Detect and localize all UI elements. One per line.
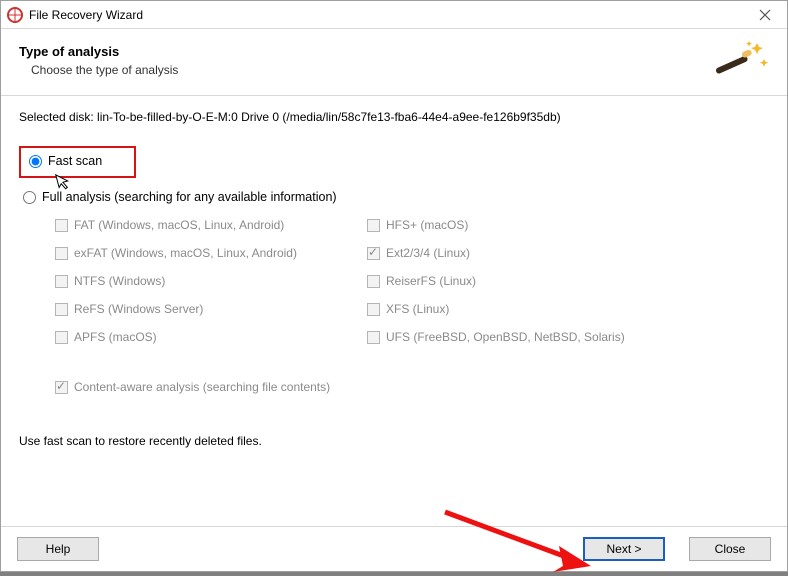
checkbox-refs: ReFS (Windows Server) bbox=[55, 302, 297, 316]
radio-full-analysis[interactable]: Full analysis (searching for any availab… bbox=[19, 188, 769, 206]
checkbox-fat: FAT (Windows, macOS, Linux, Android) bbox=[55, 218, 297, 232]
page-subtitle: Choose the type of analysis bbox=[31, 63, 709, 77]
checkbox-icon bbox=[55, 275, 68, 288]
radio-fast-scan-label: Fast scan bbox=[48, 154, 102, 168]
checkbox-hfs: HFS+ (macOS) bbox=[367, 218, 625, 232]
wizard-wand-icon bbox=[709, 39, 769, 81]
radio-fast-scan[interactable]: Fast scan bbox=[25, 152, 106, 170]
titlebar: File Recovery Wizard bbox=[1, 1, 787, 29]
filesystem-col-right: HFS+ (macOS) Ext2/3/4 (Linux) ReiserFS (… bbox=[367, 218, 625, 344]
radio-fast-scan-input[interactable] bbox=[29, 155, 42, 168]
checkbox-icon bbox=[55, 331, 68, 344]
checkbox-icon bbox=[367, 275, 380, 288]
checkbox-xfs: XFS (Linux) bbox=[367, 302, 625, 316]
radio-full-analysis-label: Full analysis (searching for any availab… bbox=[42, 190, 337, 204]
page-title: Type of analysis bbox=[19, 44, 709, 59]
highlight-fast-scan: Fast scan bbox=[19, 146, 136, 178]
checkbox-reiserfs: ReiserFS (Linux) bbox=[367, 274, 625, 288]
app-icon bbox=[7, 7, 23, 23]
checkbox-content-aware: Content-aware analysis (searching file c… bbox=[55, 380, 769, 394]
checkbox-exfat: exFAT (Windows, macOS, Linux, Android) bbox=[55, 246, 297, 260]
window: File Recovery Wizard Type of analysis Ch… bbox=[0, 0, 788, 572]
radio-full-analysis-input[interactable] bbox=[23, 191, 36, 204]
checkbox-icon bbox=[55, 247, 68, 260]
checkbox-icon bbox=[367, 219, 380, 232]
close-button[interactable] bbox=[742, 1, 787, 29]
close-footer-button[interactable]: Close bbox=[689, 537, 771, 561]
checkbox-icon bbox=[367, 331, 380, 344]
checkbox-ntfs: NTFS (Windows) bbox=[55, 274, 297, 288]
checkbox-ext: Ext2/3/4 (Linux) bbox=[367, 246, 625, 260]
checkbox-icon bbox=[55, 219, 68, 232]
checkbox-icon bbox=[367, 247, 380, 260]
wizard-body: Selected disk: lin-To-be-filled-by-O-E-M… bbox=[1, 96, 787, 526]
filesystem-col-left: FAT (Windows, macOS, Linux, Android) exF… bbox=[55, 218, 297, 344]
wizard-footer: Help Next > Close bbox=[1, 526, 787, 571]
checkbox-icon bbox=[55, 381, 68, 394]
tip-text: Use fast scan to restore recently delete… bbox=[19, 434, 769, 448]
filesystem-grid: FAT (Windows, macOS, Linux, Android) exF… bbox=[55, 218, 769, 344]
checkbox-ufs: UFS (FreeBSD, OpenBSD, NetBSD, Solaris) bbox=[367, 330, 625, 344]
checkbox-icon bbox=[55, 303, 68, 316]
annotation-arrow-icon bbox=[441, 506, 601, 576]
selected-disk-label: Selected disk: lin-To-be-filled-by-O-E-M… bbox=[19, 110, 769, 124]
help-button[interactable]: Help bbox=[17, 537, 99, 561]
wizard-header: Type of analysis Choose the type of anal… bbox=[1, 29, 787, 96]
checkbox-icon bbox=[367, 303, 380, 316]
window-title: File Recovery Wizard bbox=[29, 8, 742, 22]
checkbox-apfs: APFS (macOS) bbox=[55, 330, 297, 344]
